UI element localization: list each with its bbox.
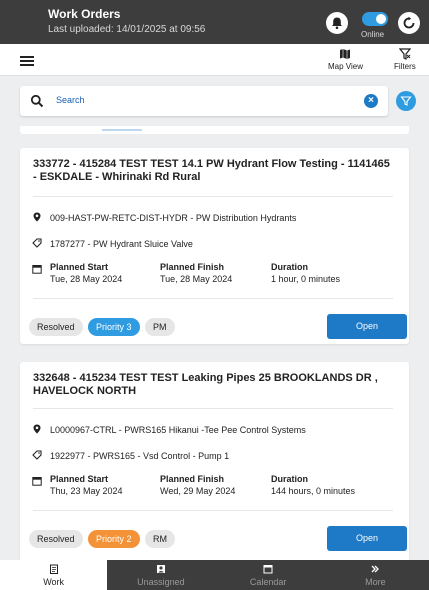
app-header: Work Orders Last uploaded: 14/01/2025 at… xyxy=(0,0,429,44)
planned-start-value: Tue, 28 May 2024 xyxy=(50,274,123,284)
planned-finish-value: Tue, 28 May 2024 xyxy=(160,274,233,284)
hamburger-menu-icon[interactable] xyxy=(20,56,34,66)
map-view-label: Map View xyxy=(328,62,363,71)
map-view-button[interactable]: Map View xyxy=(328,48,363,71)
duration: Duration 1 hour, 0 minutes xyxy=(271,262,340,284)
asset-text: 1922977 - PWRS165 - Vsd Control - Pump 1 xyxy=(50,451,230,461)
sync-button[interactable] xyxy=(398,12,420,34)
open-button[interactable]: Open xyxy=(327,526,407,551)
search-area: Search × xyxy=(0,76,429,126)
online-toggle[interactable] xyxy=(362,12,388,26)
filter-icon xyxy=(398,48,411,60)
alert-icon xyxy=(332,17,342,30)
type-chip: RM xyxy=(145,530,175,548)
search-placeholder: Search xyxy=(56,95,85,105)
location-text: L0000967-CTRL - PWRS165 Hikanui -Tee Pee… xyxy=(50,425,306,435)
location-pin-icon xyxy=(33,424,41,434)
planned-finish-label: Planned Finish xyxy=(160,474,225,484)
type-chip: PM xyxy=(145,318,175,336)
clear-search-icon[interactable]: × xyxy=(364,94,378,108)
nav-calendar[interactable]: Calendar xyxy=(214,560,322,590)
planned-start-label: Planned Start xyxy=(50,262,109,272)
work-order-card[interactable]: 332648 - 415234 TEST TEST Leaking Pipes … xyxy=(20,362,409,562)
open-button[interactable]: Open xyxy=(327,314,407,339)
planned-start-label: Planned Start xyxy=(50,474,109,484)
search-input[interactable]: Search × xyxy=(20,86,388,116)
double-chevron-icon xyxy=(371,565,380,573)
status-chip: Resolved xyxy=(29,318,83,336)
asset-text: 1787277 - PW Hydrant Sluice Valve xyxy=(50,239,193,249)
map-icon xyxy=(340,49,351,59)
tag-icon xyxy=(32,238,42,248)
online-label: Online xyxy=(361,30,385,39)
toolbar: Map View Filters xyxy=(0,44,429,76)
status-chip: Resolved xyxy=(29,530,83,548)
nav-work-label: Work xyxy=(43,577,65,587)
planned-finish: Planned Finish Wed, 29 May 2024 xyxy=(160,474,235,496)
nav-more[interactable]: More xyxy=(321,560,429,590)
location-text: 009-HAST-PW-RETC-DIST-HYDR - PW Distribu… xyxy=(50,213,297,223)
planned-start-value: Thu, 23 May 2024 xyxy=(50,486,123,496)
calendar-icon xyxy=(32,477,42,486)
filters-button[interactable]: Filters xyxy=(394,48,416,71)
bottom-navigation: Work Unassigned Calendar More xyxy=(0,560,429,590)
clipboard-icon xyxy=(49,564,58,574)
filter-options-button[interactable] xyxy=(396,91,416,111)
priority-chip: Priority 3 xyxy=(88,318,140,336)
previous-card-partial xyxy=(20,126,409,134)
filters-label: Filters xyxy=(394,62,416,71)
nav-unassigned[interactable]: Unassigned xyxy=(107,560,215,590)
page-title: Work Orders xyxy=(48,7,121,21)
planned-start: Planned Start Tue, 28 May 2024 xyxy=(50,262,122,284)
location-pin-icon xyxy=(33,212,41,222)
tag-icon xyxy=(32,450,42,460)
planned-finish-label: Planned Finish xyxy=(160,262,225,272)
last-uploaded-text: Last uploaded: 14/01/2025 at 09:56 xyxy=(48,24,206,35)
duration: Duration 144 hours, 0 minutes xyxy=(271,474,355,496)
nav-unassigned-label: Unassigned xyxy=(137,577,185,587)
sync-icon xyxy=(403,16,415,29)
work-order-title: 332648 - 415234 TEST TEST Leaking Pipes … xyxy=(33,372,378,397)
priority-chip: Priority 2 xyxy=(88,530,140,548)
filter-options-icon xyxy=(400,96,412,106)
search-icon xyxy=(30,94,44,108)
work-order-card[interactable]: 333772 - 415284 TEST TEST 14.1 PW Hydran… xyxy=(20,148,409,344)
calendar-icon xyxy=(32,265,42,274)
duration-value: 1 hour, 0 minutes xyxy=(271,274,341,284)
duration-label: Duration xyxy=(271,262,308,272)
unassigned-icon xyxy=(156,565,165,573)
nav-work[interactable]: Work xyxy=(0,560,108,590)
duration-label: Duration xyxy=(271,474,308,484)
planned-finish: Planned Finish Tue, 28 May 2024 xyxy=(160,262,232,284)
alert-button[interactable] xyxy=(326,12,348,34)
work-order-title: 333772 - 415284 TEST TEST 14.1 PW Hydran… xyxy=(33,158,390,183)
calendar-icon xyxy=(263,565,273,574)
planned-start: Planned Start Thu, 23 May 2024 xyxy=(50,474,123,496)
duration-value: 144 hours, 0 minutes xyxy=(271,486,356,496)
nav-calendar-label: Calendar xyxy=(249,577,287,587)
nav-more-label: More xyxy=(365,577,386,587)
planned-finish-value: Wed, 29 May 2024 xyxy=(160,486,236,496)
